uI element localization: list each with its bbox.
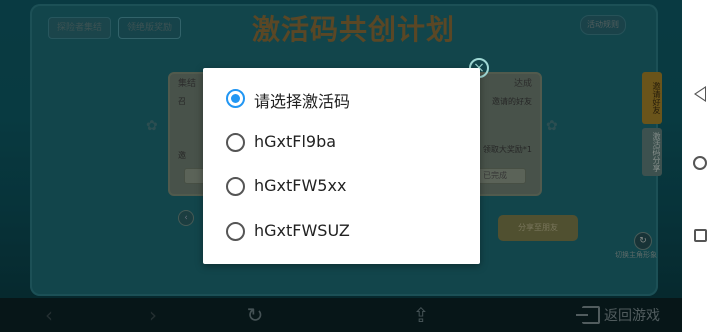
activation-code-picker: 请选择激活码 hGxtFl9ba hGxtFW5xx hGxtFWSUZ	[203, 68, 480, 264]
code-option[interactable]: hGxtFW5xx	[203, 165, 480, 209]
code-option[interactable]: hGxtFl9ba	[203, 121, 480, 165]
system-nav-bar	[682, 0, 720, 332]
radio-selected-icon[interactable]	[226, 89, 245, 108]
code-option-label: hGxtFWSUZ	[254, 221, 350, 240]
nav-recents-icon[interactable]	[694, 229, 707, 242]
nav-back-icon[interactable]	[694, 86, 706, 102]
radio-icon[interactable]	[226, 133, 245, 152]
code-option[interactable]: hGxtFWSUZ	[203, 210, 480, 254]
code-option[interactable]: 请选择激活码	[203, 77, 480, 121]
code-option-label: hGxtFl9ba	[254, 132, 337, 151]
radio-icon[interactable]	[226, 222, 245, 241]
radio-icon[interactable]	[226, 177, 245, 196]
nav-home-icon[interactable]	[693, 156, 707, 170]
code-option-label: 请选择激活码	[254, 92, 351, 111]
code-option-label: hGxtFW5xx	[254, 176, 347, 195]
